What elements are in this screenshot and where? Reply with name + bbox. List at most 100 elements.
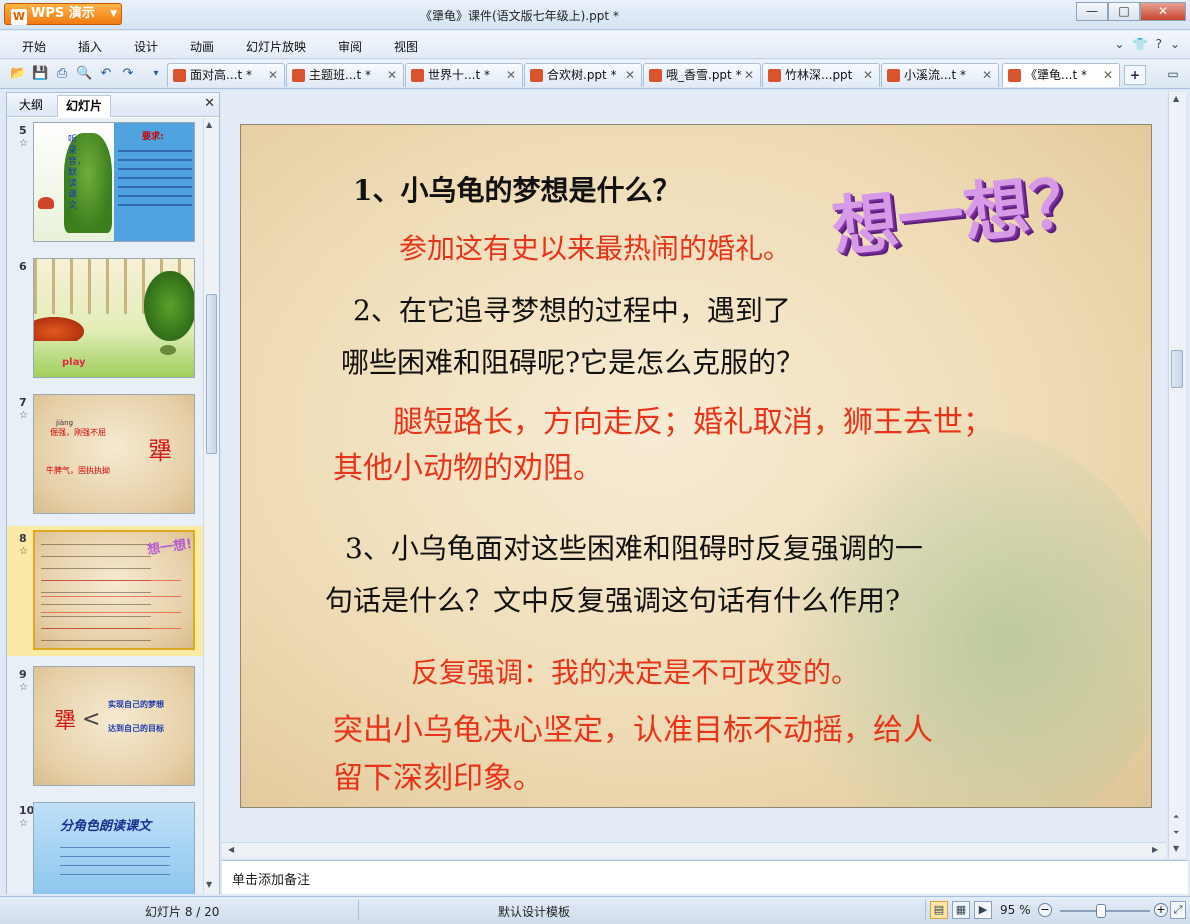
thumbnail-scrollbar[interactable]: ▲ ▼: [203, 118, 219, 894]
tab-close-icon[interactable]: ✕: [268, 64, 278, 86]
scrollbar-thumb[interactable]: [206, 294, 217, 454]
scrollbar-thumb[interactable]: [1171, 350, 1183, 388]
doc-tab-active[interactable]: 《犟龟...t * ✕: [1002, 63, 1120, 87]
slide-thumbnail-row[interactable]: 6 play: [7, 254, 203, 384]
tab-list-icon[interactable]: ▭: [1160, 65, 1186, 85]
scroll-left-icon[interactable]: ◀: [228, 845, 234, 854]
doc-tab[interactable]: 小溪流...t * ✕: [881, 63, 999, 87]
ribbon-collapse-icon[interactable]: ⌄: [1115, 37, 1125, 51]
slide-thumbnail-row[interactable]: 10 ☆ 分角色朗读课文: [7, 798, 203, 894]
tab-outline[interactable]: 大纲: [11, 95, 51, 117]
new-tab-button[interactable]: +: [1124, 65, 1146, 85]
leaf-image: [144, 271, 194, 341]
answer-3-line-1: 反复强调：我的决定是不可改变的。: [411, 656, 860, 689]
menu-view[interactable]: 视图: [394, 38, 418, 55]
quick-access-menu-icon[interactable]: ▾: [148, 66, 164, 82]
ppt-file-icon: [649, 69, 662, 82]
doc-tab[interactable]: 主题班...t * ✕: [286, 63, 404, 87]
scroll-down-icon[interactable]: ▼: [206, 880, 212, 889]
tab-close-icon[interactable]: ✕: [744, 64, 754, 86]
scroll-up-icon[interactable]: ▲: [1173, 94, 1179, 103]
zoom-slider-handle[interactable]: [1096, 904, 1106, 918]
menu-right-tools: ⌄ 👕 ? ⌄: [1115, 37, 1180, 51]
slide-thumbnail-row-selected[interactable]: 8 ☆ 想一想!: [7, 526, 203, 656]
next-slide-icon[interactable]: ⏷: [1173, 828, 1179, 838]
document-tab-bar: 📂 💾 ⎙ 🔍 ↶ ↷ ▾ 面对高...t * ✕ 主题班...t * ✕ 世界十.…: [0, 60, 1190, 89]
animation-star-icon: ☆: [19, 682, 28, 693]
wps-menu-button[interactable]: W WPS 演示 ▼: [4, 3, 122, 25]
restore-button[interactable]: □: [1108, 2, 1140, 21]
doc-tab-label: 《犟龟...t *: [1025, 68, 1087, 82]
tab-close-icon[interactable]: ✕: [863, 64, 873, 86]
fit-window-icon[interactable]: ⤢: [1170, 901, 1186, 919]
prev-slide-icon[interactable]: ⏶: [1173, 812, 1179, 822]
slide-thumbnail-list: 5 ☆ 听录音，默读课文 要求: 6 play 7 ☆ jiàng 倔强，刚强不…: [7, 118, 203, 894]
slide-thumbnail[interactable]: 犟 < 实现自己的梦想 达到自己的目标: [33, 666, 195, 786]
menu-design[interactable]: 设计: [134, 38, 158, 55]
tab-slides[interactable]: 幻灯片: [57, 95, 112, 117]
panel-close-icon[interactable]: ✕: [204, 96, 215, 111]
animation-star-icon: ☆: [19, 546, 28, 557]
doc-tab[interactable]: 哦_香雪.ppt * ✕: [643, 63, 761, 87]
slideshow-icon[interactable]: ▶: [974, 901, 992, 919]
skin-icon[interactable]: 👕: [1133, 37, 1148, 51]
menu-slideshow[interactable]: 幻灯片放映: [246, 38, 306, 55]
print-icon[interactable]: ⎙: [54, 66, 70, 82]
zoom-in-icon[interactable]: +: [1154, 903, 1168, 917]
current-slide[interactable]: 1、小乌龟的梦想是什么？ 参加这有史以来最热闹的婚礼。 2、在它追寻梦想的过程中…: [240, 124, 1152, 808]
zoom-out-icon[interactable]: −: [1038, 903, 1052, 917]
menu-animation[interactable]: 动画: [190, 38, 214, 55]
ppt-file-icon: [292, 69, 305, 82]
help-menu-icon[interactable]: ⌄: [1170, 37, 1180, 51]
close-button[interactable]: ✕: [1140, 2, 1186, 21]
slide-thumbnail-row[interactable]: 5 ☆ 听录音，默读课文 要求:: [7, 118, 203, 248]
thumb-text: 达到自己的目标: [108, 724, 164, 733]
tab-close-icon[interactable]: ✕: [982, 64, 992, 86]
slide-thumbnail[interactable]: 想一想!: [33, 530, 195, 650]
undo-icon[interactable]: ↶: [98, 66, 114, 82]
doc-tab-label: 合欢树.ppt *: [547, 68, 617, 82]
doc-tab[interactable]: 竹林深...ppt ✕: [762, 63, 880, 87]
slide-thumbnail[interactable]: 听录音，默读课文 要求:: [33, 122, 195, 242]
tab-close-icon[interactable]: ✕: [506, 64, 516, 86]
normal-view-icon[interactable]: ▤: [930, 901, 948, 919]
tab-close-icon[interactable]: ✕: [387, 64, 397, 86]
question-3-line-1: 3、小乌龟面对这些困难和阻碍时反复强调的一: [345, 532, 923, 565]
slide-horizontal-scrollbar[interactable]: ◀ ▶: [222, 842, 1166, 858]
doc-tab-label: 哦_香雪.ppt *: [666, 68, 742, 82]
slide-thumbnail-row[interactable]: 9 ☆ 犟 < 实现自己的梦想 达到自己的目标: [7, 662, 203, 792]
slide-thumbnail[interactable]: play: [33, 258, 195, 378]
menu-review[interactable]: 审阅: [338, 38, 362, 55]
slide-number: 8: [19, 532, 27, 545]
slide-vertical-scrollbar[interactable]: ▲ ⏶ ⏷ ▼: [1168, 92, 1186, 858]
slide-thumbnail[interactable]: 分角色朗读课文: [33, 802, 195, 894]
slide-number: 6: [19, 260, 27, 273]
doc-tab[interactable]: 世界十...t * ✕: [405, 63, 523, 87]
doc-tab[interactable]: 合欢树.ppt * ✕: [524, 63, 642, 87]
scroll-down-icon[interactable]: ▼: [1173, 844, 1179, 853]
redo-icon[interactable]: ↷: [120, 66, 136, 82]
print-preview-icon[interactable]: 🔍: [76, 66, 92, 82]
status-divider: [925, 900, 926, 920]
menu-home[interactable]: 开始: [22, 38, 46, 55]
scroll-right-icon[interactable]: ▶: [1152, 845, 1158, 854]
scroll-up-icon[interactable]: ▲: [206, 120, 212, 129]
slide-thumbnail[interactable]: jiàng 倔强，刚强不屈 犟 牛脾气，固执执拗: [33, 394, 195, 514]
tab-close-icon[interactable]: ✕: [1103, 64, 1113, 86]
doc-tab[interactable]: 面对高...t * ✕: [167, 63, 285, 87]
notes-pane[interactable]: 单击添加备注: [222, 860, 1188, 894]
menu-insert[interactable]: 插入: [78, 38, 102, 55]
thumb-text: jiàng: [56, 419, 74, 427]
open-icon[interactable]: 📂: [10, 66, 26, 82]
minimize-button[interactable]: —: [1076, 2, 1108, 21]
thumb-text: 倔强，刚强不屈: [50, 428, 106, 437]
thumb-text: play: [62, 357, 86, 368]
slide-thumbnail-row[interactable]: 7 ☆ jiàng 倔强，刚强不屈 犟 牛脾气，固执执拗: [7, 390, 203, 520]
help-icon[interactable]: ?: [1156, 37, 1162, 51]
question-3-line-2: 句话是什么？文中反复强调这句话有什么作用?: [325, 584, 901, 617]
doc-tab-label: 竹林深...ppt: [785, 68, 853, 82]
save-icon[interactable]: 💾: [32, 66, 48, 82]
thumb-text: 牛脾气，固执执拗: [46, 466, 110, 475]
tab-close-icon[interactable]: ✕: [625, 64, 635, 86]
slide-sorter-icon[interactable]: ▦: [952, 901, 970, 919]
